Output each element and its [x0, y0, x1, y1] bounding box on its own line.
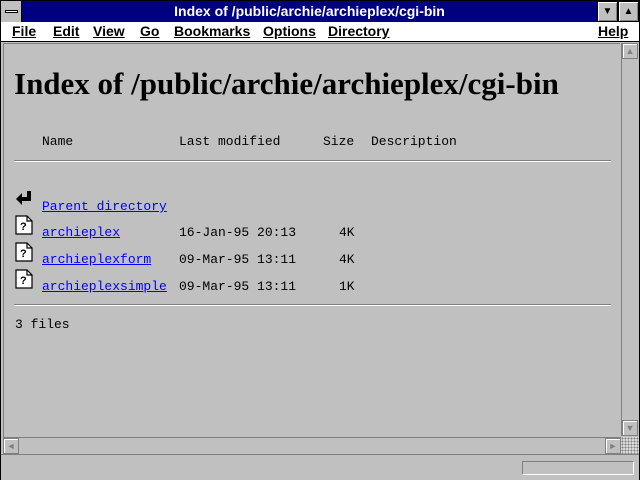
menu-bookmarks[interactable]: Bookmarks — [174, 22, 250, 41]
menu-options-label: Options — [263, 23, 316, 39]
system-menu-button[interactable] — [1, 1, 22, 22]
svg-text:?: ? — [20, 248, 27, 260]
scroll-left-button[interactable]: ◄ — [3, 438, 19, 454]
resize-grip[interactable] — [621, 437, 639, 454]
column-header-size: Size — [323, 134, 355, 149]
file-link-archieplex[interactable]: archieplex — [42, 225, 120, 240]
menu-file[interactable]: File — [12, 22, 36, 41]
column-header-name: Name — [42, 134, 74, 149]
column-header-description: Description — [371, 134, 457, 149]
page-content: Index of /public/archie/archieplex/cgi-b… — [3, 43, 620, 437]
browser-window: Index of /public/archie/archieplex/cgi-b… — [0, 0, 640, 480]
header-divider — [14, 160, 611, 162]
menu-file-label: File — [12, 23, 37, 39]
menu-options[interactable]: Options — [263, 22, 316, 41]
file-size: 1K — [339, 279, 355, 294]
svg-text:?: ? — [20, 275, 27, 287]
parent-directory-link[interactable]: Parent directory — [42, 199, 167, 214]
file-link-archieplexsimple[interactable]: archieplexsimple — [42, 279, 167, 294]
scroll-down-button[interactable]: ▼ — [622, 420, 638, 436]
menu-go-label: Go — [140, 23, 160, 39]
unknown-file-icon[interactable]: ? — [15, 215, 33, 235]
file-count: 3 files — [15, 317, 70, 332]
minimize-button[interactable]: ▼ — [597, 1, 618, 22]
menu-view-label: View — [93, 23, 125, 39]
status-bar — [1, 454, 639, 480]
menu-bookmarks-label: Bookmarks — [174, 23, 251, 39]
menu-directory[interactable]: Directory — [328, 22, 389, 41]
back-arrow-icon[interactable] — [15, 189, 33, 209]
status-progress-box — [522, 461, 634, 475]
menu-help[interactable]: Help — [598, 22, 628, 41]
svg-text:?: ? — [20, 221, 27, 233]
vertical-scrollbar[interactable]: ▲ ▼ — [621, 43, 638, 436]
menu-bar: File Edit View Go Bookmarks Options Dire… — [1, 22, 639, 42]
maximize-button[interactable]: ▲ — [618, 1, 639, 22]
column-header-last-modified: Last modified — [179, 134, 281, 149]
menu-edit[interactable]: Edit — [53, 22, 79, 41]
menu-help-label: Help — [598, 23, 629, 39]
unknown-file-icon[interactable]: ? — [15, 242, 33, 262]
title-bar[interactable]: Index of /public/archie/archieplex/cgi-b… — [1, 1, 639, 22]
menu-directory-label: Directory — [328, 23, 390, 39]
footer-divider — [14, 304, 611, 306]
file-modified: 09-Mar-95 13:11 — [179, 279, 297, 294]
scroll-up-button[interactable]: ▲ — [622, 43, 638, 59]
page-title: Index of /public/archie/archieplex/cgi-b… — [14, 66, 559, 101]
unknown-file-icon[interactable]: ? — [15, 269, 33, 289]
menu-edit-label: Edit — [53, 23, 80, 39]
file-link-archieplexform[interactable]: archieplexform — [42, 252, 151, 267]
file-size: 4K — [339, 225, 355, 240]
menu-go[interactable]: Go — [140, 22, 159, 41]
file-size: 4K — [339, 252, 355, 267]
horizontal-scrollbar[interactable]: ◄ ► — [3, 437, 621, 454]
window-title: Index of /public/archie/archieplex/cgi-b… — [174, 3, 445, 19]
file-modified: 16-Jan-95 20:13 — [179, 225, 297, 240]
system-menu-icon — [5, 10, 18, 13]
menu-view[interactable]: View — [93, 22, 125, 41]
scroll-right-button[interactable]: ► — [605, 438, 621, 454]
file-modified: 09-Mar-95 13:11 — [179, 252, 297, 267]
